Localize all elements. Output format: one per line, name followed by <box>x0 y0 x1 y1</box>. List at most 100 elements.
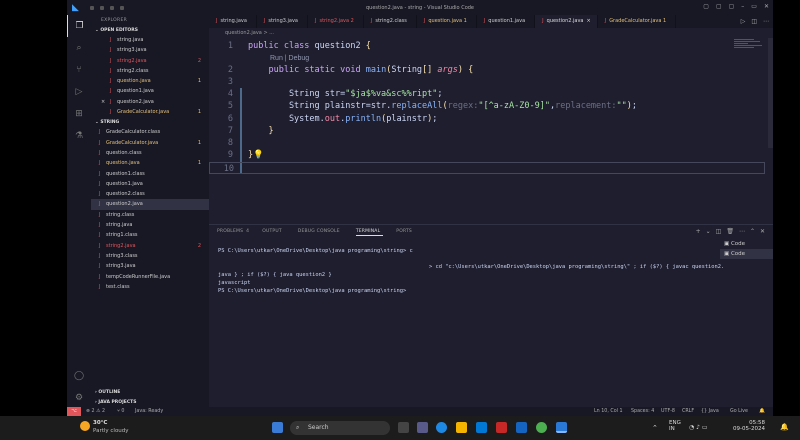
settings-gear-icon[interactable]: ⚙ <box>67 387 91 409</box>
code-line[interactable]: 6 System.out.println(plainstr); <box>209 113 765 125</box>
file-tree-item[interactable]: Jstring3.java <box>91 261 209 271</box>
more-actions-icon[interactable]: ⋯ <box>763 15 769 28</box>
ports-status[interactable]: ⑂ 0 <box>117 407 124 416</box>
code-editor[interactable]: Run | Debug 1 public class question2 {2 pu… <box>209 38 773 224</box>
weather-icon[interactable] <box>80 421 90 431</box>
go-live-button[interactable]: Go Live <box>730 407 748 416</box>
file-tree-item[interactable]: Jstring2.java 2 <box>91 241 209 251</box>
maximize-icon[interactable]: ▭ <box>751 3 757 10</box>
panel-tab-output[interactable]: OUTPUT <box>262 229 285 236</box>
editor-scrollbar[interactable] <box>768 38 773 148</box>
explorer-icon[interactable]: ❐ <box>67 15 91 37</box>
panel-tab-problems[interactable]: PROBLEMS 4 <box>217 229 249 236</box>
notification-center-icon[interactable]: 🔔 <box>780 423 789 431</box>
language-mode[interactable]: {} Java <box>701 407 719 416</box>
layout-icon[interactable]: ▢ <box>703 3 709 10</box>
more-actions-icon[interactable]: ⋯ <box>739 228 745 235</box>
teams-icon[interactable] <box>417 422 428 433</box>
editor-tab[interactable]: J GradeCalculator.java 1 <box>598 15 677 28</box>
open-editor-item[interactable]: Jstring.java <box>91 35 209 45</box>
breadcrumb[interactable]: question2.java > ... <box>209 28 773 38</box>
open-editor-item[interactable]: Jquestion1.java <box>91 86 209 96</box>
code-line[interactable]: 4 String str="$ja$%va&sc%%ript"; <box>209 88 765 100</box>
wifi-volume-battery-icon[interactable]: ◔ ♪ ▭ <box>689 424 708 431</box>
file-tree-item[interactable]: Jquestion1.java <box>91 179 209 189</box>
window-controls[interactable]: ▢ ▢ ▢ – ▭ ✕ <box>703 3 769 10</box>
open-editor-item[interactable]: J GradeCalculator.java 1 <box>91 107 209 117</box>
close-icon[interactable]: × <box>101 97 105 107</box>
split-editor-icon[interactable]: ◫ <box>751 15 757 28</box>
remote-indicator[interactable]: ⌥ <box>67 407 81 416</box>
outline-section[interactable]: › OUTLINE <box>91 388 209 398</box>
show-hidden-icons-icon[interactable]: ⌃ <box>652 424 658 432</box>
file-tree-item[interactable]: Jtest.class <box>91 282 209 292</box>
editor-tab[interactable]: Jquestion1.java <box>477 15 536 28</box>
open-editor-item[interactable]: Jstring3.java <box>91 45 209 55</box>
close-icon[interactable]: × <box>587 18 591 24</box>
open-editor-item[interactable]: Jstring2.class <box>91 66 209 76</box>
file-tree-item[interactable]: Jstring.java <box>91 220 209 230</box>
task-view-icon[interactable] <box>398 422 409 433</box>
panel-tab-ports[interactable]: PORTS <box>396 229 415 236</box>
temperature[interactable]: 30°C <box>93 420 107 426</box>
new-terminal-icon[interactable]: + <box>696 228 701 235</box>
folder-header[interactable]: ⌄ STRING <box>91 118 209 127</box>
file-tree-item[interactable]: Jquestion1.class <box>91 169 209 179</box>
store-icon[interactable] <box>476 422 487 433</box>
file-tree-item[interactable]: Jquestion.java 1 <box>91 158 209 168</box>
code-line[interactable]: 5 String plainstr=str.replaceAll(regex:"… <box>209 100 765 112</box>
extensions-icon[interactable]: ⊞ <box>67 103 91 125</box>
account-icon[interactable]: ◯ <box>67 365 91 387</box>
panel-tab-debug-console[interactable]: DEBUG CONSOLE <box>298 229 343 236</box>
file-tree-item[interactable]: Jquestion2.java <box>91 199 209 210</box>
file-tree-item[interactable]: JtempCodeRunnerFile.java <box>91 272 209 282</box>
run-icon[interactable]: ▷ <box>741 15 746 28</box>
vscode-taskbar-icon[interactable] <box>556 422 567 433</box>
problems-status[interactable]: ⊗ 2 ⚠ 2 <box>86 407 105 416</box>
start-windows-icon[interactable] <box>272 422 283 433</box>
file-tree-item[interactable]: Jstring3.class <box>91 251 209 261</box>
code-line[interactable]: 2 public static void main(String[] args)… <box>209 64 765 76</box>
input-language[interactable]: ENG IN <box>669 420 681 432</box>
weather-condition[interactable]: Partly cloudy <box>93 428 129 434</box>
editor-tab[interactable]: Jstring2.class <box>364 15 417 28</box>
notifications-bell-icon[interactable]: 🔔 <box>759 407 765 416</box>
taskbar-search[interactable]: ⌕ Search <box>290 421 390 435</box>
file-tree-item[interactable]: J GradeCalculator.java 1 <box>91 138 209 148</box>
file-tree-item[interactable]: Jstring1.class <box>91 230 209 240</box>
editor-tab[interactable]: Jstring.java <box>209 15 257 28</box>
open-editor-item[interactable]: Jstring2.java 2 <box>91 56 209 66</box>
chevron-down-icon[interactable]: ⌄ <box>706 228 711 235</box>
layout-icon[interactable]: ▢ <box>716 3 722 10</box>
clock[interactable]: 05:58 09-05-2024 <box>733 420 765 432</box>
code-line[interactable]: 9}💡 <box>209 149 765 161</box>
indentation[interactable]: Spaces: 4 <box>631 407 654 416</box>
editor-tab[interactable]: Jstring2.java 2 <box>308 15 364 28</box>
code-line[interactable]: 3 <box>209 76 765 88</box>
cursor-position[interactable]: Ln 10, Col 1 <box>594 407 623 416</box>
editor-tab[interactable]: Jquestion.java 1 <box>417 15 477 28</box>
app-icon[interactable] <box>516 422 527 433</box>
source-control-icon[interactable]: ⑂ <box>67 59 91 81</box>
code-line[interactable]: 10 <box>209 162 765 174</box>
split-terminal-icon[interactable]: ◫ <box>716 228 722 235</box>
editor-tab[interactable]: Jstring3.java <box>257 15 308 28</box>
run-debug-icon[interactable]: ▷ <box>67 81 91 103</box>
close-icon[interactable]: ✕ <box>764 3 769 10</box>
layout-icon[interactable]: ▢ <box>729 3 735 10</box>
close-panel-icon[interactable]: ✕ <box>760 228 765 235</box>
panel-actions[interactable]: + ⌄ ◫ 🗑 ⋯ ⌃ ✕ <box>696 228 765 235</box>
file-tree-item[interactable]: Jstring.class <box>91 210 209 220</box>
file-tree-item[interactable]: Jquestion.class <box>91 148 209 158</box>
minimize-icon[interactable]: – <box>741 3 744 10</box>
edge-browser-icon[interactable] <box>436 422 447 433</box>
encoding[interactable]: UTF-8 <box>661 407 675 416</box>
java-projects-section[interactable]: › JAVA PROJECTS <box>91 398 209 407</box>
open-editor-item[interactable]: Jquestion.java 1 <box>91 76 209 86</box>
file-tree-item[interactable]: J GradeCalculator.class <box>91 127 209 137</box>
panel-tab-terminal[interactable]: TERMINAL <box>355 229 384 236</box>
line-ending[interactable]: CRLF <box>682 407 694 416</box>
search-icon[interactable]: ⌕ <box>67 37 91 59</box>
terminal-instance[interactable]: ▣ Code <box>720 239 773 249</box>
editor-actions[interactable]: ▷ ◫ ⋯ <box>741 15 769 28</box>
